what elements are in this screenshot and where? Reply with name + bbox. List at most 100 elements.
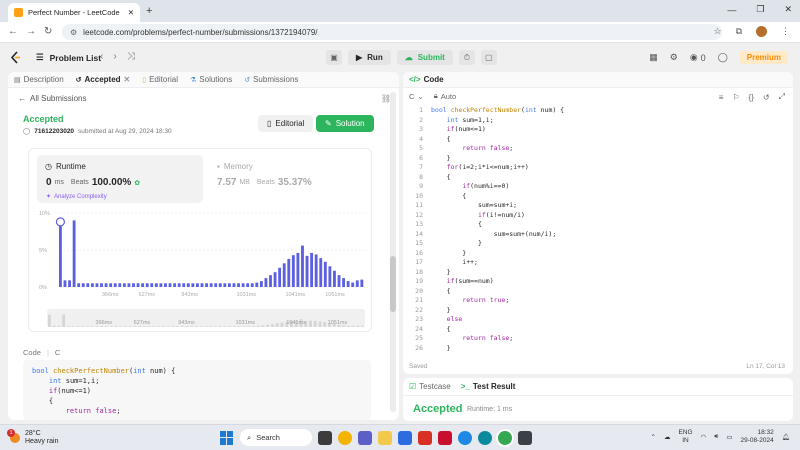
office-icon[interactable] (438, 430, 452, 445)
notes-icon[interactable]: ▢ (480, 50, 497, 65)
chart-bar[interactable] (200, 283, 204, 287)
battery-icon[interactable]: ▭ (726, 433, 732, 441)
browser-tab[interactable]: Perfect Number - LeetCode ✕ (8, 3, 140, 22)
left-scrollbar[interactable] (390, 92, 396, 412)
fullscreen-icon[interactable]: ⤢ (779, 92, 785, 102)
submit-button[interactable]: ☁ Submit (396, 50, 453, 65)
chart-bar[interactable] (168, 283, 172, 287)
code-line[interactable]: else (431, 315, 463, 323)
chart-bar[interactable] (205, 283, 208, 287)
code-line[interactable]: } (431, 306, 451, 314)
chart-bar[interactable] (196, 283, 199, 287)
extensions-icon[interactable]: ⧉ (736, 26, 742, 37)
chart-bar[interactable] (282, 263, 286, 287)
chart-bar[interactable] (77, 283, 81, 287)
problem-list-button[interactable]: ☰ Problem List (36, 52, 101, 63)
chrome-icon[interactable] (498, 430, 512, 445)
chart-bar[interactable] (305, 255, 309, 287)
code-editor[interactable]: 1 bool checkPerfectNumber(int num) {2 int… (403, 106, 793, 356)
code-line[interactable]: { (431, 192, 466, 200)
store-icon[interactable] (398, 430, 412, 445)
tab-description[interactable]: ▤ Description (14, 75, 64, 84)
chart-bar[interactable] (86, 283, 90, 287)
chart-bar[interactable] (113, 283, 117, 287)
chart-bar[interactable] (314, 254, 318, 287)
task-view-icon[interactable] (318, 430, 332, 445)
code-line[interactable]: i++; (431, 258, 478, 266)
wifi-icon[interactable]: ◠ (701, 433, 707, 441)
chart-bar[interactable] (132, 283, 135, 287)
chart-bar[interactable] (109, 283, 113, 287)
chart-bar[interactable] (301, 245, 304, 287)
code-line[interactable]: } (431, 154, 451, 162)
chart-bar[interactable] (145, 283, 149, 287)
chart-bar[interactable] (72, 220, 76, 287)
code-line[interactable]: return false; (431, 144, 513, 152)
forward-icon[interactable]: → (26, 26, 36, 37)
prev-problem-icon[interactable]: ‹ (100, 51, 103, 62)
chart-bar[interactable] (63, 280, 67, 287)
language-select[interactable]: C ⌄ (409, 92, 424, 101)
windows-start-icon[interactable] (220, 430, 234, 445)
minimize-icon[interactable]: — (727, 5, 736, 15)
close-tab-icon[interactable]: ✕ (128, 8, 134, 17)
chart-bar[interactable] (186, 283, 190, 287)
code-line[interactable]: sum=sum+(num/i); (431, 230, 557, 238)
your-submission-marker[interactable] (55, 217, 66, 227)
code-line[interactable]: { (431, 325, 451, 333)
chart-bar[interactable] (323, 261, 327, 287)
url-field[interactable]: ⚙ leetcode.com/problems/perfect-number/s… (62, 24, 722, 40)
code-line[interactable]: } (431, 239, 482, 247)
browser-menu-icon[interactable]: ⋮ (781, 26, 790, 37)
weather-widget[interactable]: 1 28°C Heavy rain (7, 429, 58, 446)
chart-bar[interactable] (59, 221, 62, 287)
runtime-distribution-chart[interactable]: 10% 5% 0% 366ms 627ms 943ms 1031ms 1041ms 1051ms (37, 207, 371, 303)
chart-bar[interactable] (223, 283, 227, 287)
chart-bar[interactable] (127, 283, 131, 287)
copilot-icon[interactable] (338, 430, 352, 445)
chart-bar[interactable] (337, 275, 341, 287)
solution-button[interactable]: ✎ Solution (316, 115, 374, 132)
chart-bar[interactable] (232, 283, 236, 287)
chart-bar[interactable] (191, 283, 195, 287)
settings-gear-icon[interactable]: ⚙ (670, 52, 678, 63)
chart-bar[interactable] (182, 283, 186, 287)
file-explorer-icon[interactable] (378, 430, 392, 445)
code-line[interactable]: { (431, 135, 451, 143)
chart-bar[interactable] (264, 278, 268, 287)
chart-bar[interactable] (118, 283, 122, 287)
chart-bar[interactable] (360, 279, 364, 287)
volume-icon[interactable]: 🔊︎ (714, 433, 718, 441)
braces-icon[interactable]: {} (749, 93, 754, 102)
chart-bar[interactable] (291, 255, 295, 287)
code-line[interactable]: { (431, 220, 482, 228)
chart-bar[interactable] (218, 283, 222, 287)
site-info-icon[interactable]: ⚙ (70, 28, 77, 37)
chart-bar[interactable] (296, 252, 300, 287)
teams-icon[interactable] (358, 430, 372, 445)
user-avatar[interactable]: ◯ (718, 52, 728, 63)
chevron-up-icon[interactable]: ⌃ (651, 433, 656, 441)
code-line[interactable]: { (431, 287, 451, 295)
chart-bar[interactable] (159, 283, 163, 287)
code-line[interactable]: sum=sum+i; (431, 201, 517, 209)
format-icon[interactable]: ≡ (719, 93, 724, 102)
terminal-app-icon[interactable] (518, 430, 532, 445)
chart-bar[interactable] (136, 283, 140, 287)
chart-bar[interactable] (90, 283, 94, 287)
code-line[interactable]: } (431, 344, 451, 352)
chart-bar[interactable] (273, 272, 277, 287)
code-line[interactable]: if(i!=num/i) (431, 211, 525, 219)
code-line[interactable]: return true; (431, 296, 509, 304)
new-tab-icon[interactable]: + (146, 5, 152, 17)
tab-submissions[interactable]: ↺ Submissions (244, 75, 298, 84)
debug-icon[interactable]: ▣ (326, 50, 342, 65)
submission-user[interactable]: 71612203020 (34, 128, 74, 135)
leetcode-logo-icon[interactable] (10, 51, 21, 64)
close-tab-accepted-icon[interactable]: ✕ (124, 75, 131, 84)
profile-avatar[interactable] (756, 26, 767, 37)
chart-bar[interactable] (250, 283, 254, 287)
close-window-icon[interactable]: ✕ (784, 4, 792, 15)
code-line[interactable]: if(num<=1) (431, 125, 486, 133)
memory-box[interactable]: ▪ Memory 7.57 MB Beats 35.37% (209, 155, 359, 203)
